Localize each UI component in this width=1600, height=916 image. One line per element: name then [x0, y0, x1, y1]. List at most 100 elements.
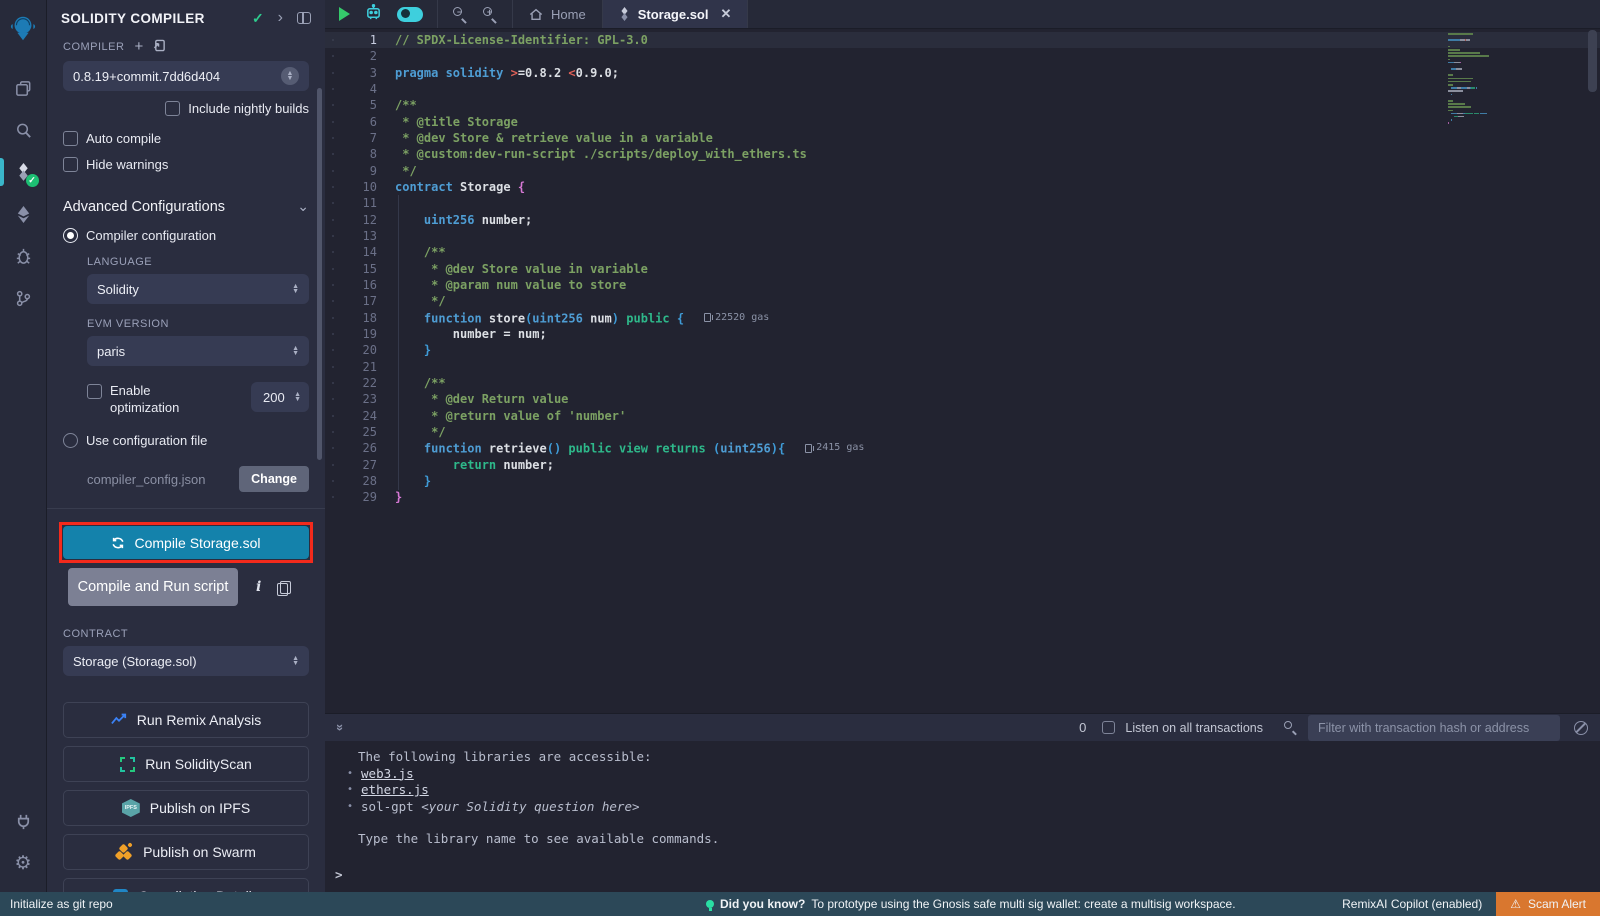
code-line[interactable]: 11	[325, 195, 1600, 211]
evm-version-select[interactable]: paris ▲▼	[87, 336, 309, 366]
file-explorer-icon[interactable]	[0, 67, 47, 109]
line-number: 18	[325, 310, 377, 326]
plugin-manager-icon[interactable]	[0, 800, 47, 842]
tab-storage-sol[interactable]: Storage.sol ✕	[603, 0, 749, 28]
ethers-link[interactable]: ethers.js	[361, 782, 429, 799]
code-line[interactable]: 17 */	[325, 293, 1600, 309]
code-line[interactable]: 26 function retrieve() public view retur…	[325, 440, 1600, 456]
use-config-file-radio[interactable]	[63, 433, 78, 448]
deploy-run-icon[interactable]	[0, 193, 47, 235]
compile-success-badge: ✓	[26, 174, 39, 187]
clear-console-icon[interactable]	[1574, 721, 1588, 735]
remix-logo-icon[interactable]	[0, 7, 47, 49]
debugger-icon[interactable]	[0, 235, 47, 277]
code-line[interactable]: 15 * @dev Store value in variable	[325, 261, 1600, 277]
code-line[interactable]: 21	[325, 359, 1600, 375]
code-line[interactable]: 20 }	[325, 342, 1600, 358]
pin-panel-icon[interactable]	[297, 12, 311, 24]
web3-link[interactable]: web3.js	[361, 766, 414, 783]
play-icon[interactable]	[339, 7, 350, 21]
tab-home[interactable]: Home	[513, 0, 603, 28]
minimap[interactable]	[1448, 33, 1540, 125]
collapse-terminal-icon[interactable]: »	[333, 724, 348, 731]
hide-warnings-checkbox[interactable]	[63, 157, 78, 172]
compile-button[interactable]: Compile Storage.sol	[63, 526, 309, 559]
run-remix-analysis-button[interactable]: Run Remix Analysis	[63, 702, 309, 738]
advanced-configurations-toggle[interactable]: Advanced Configurations ⌄	[63, 198, 309, 215]
code-line[interactable]: 6 * @title Storage	[325, 114, 1600, 130]
code-line[interactable]: 19 number = num;	[325, 326, 1600, 342]
run-solidityscan-button[interactable]: Run SolidityScan	[63, 746, 309, 782]
code-line[interactable]: 18 function store(uint256 num) public {2…	[325, 310, 1600, 326]
compiler-config-radio[interactable]	[63, 228, 78, 243]
code-line[interactable]: 25 */	[325, 424, 1600, 440]
info-icon[interactable]: i	[256, 579, 261, 595]
solidity-compiler-icon[interactable]: ✓	[0, 151, 47, 193]
compile-button-label: Compile Storage.sol	[134, 535, 260, 551]
settings-icon[interactable]: ⚙	[0, 842, 47, 884]
copy-icon[interactable]	[277, 581, 288, 594]
change-config-button[interactable]: Change	[239, 466, 309, 492]
code-line[interactable]: 5/**	[325, 97, 1600, 113]
compilation-details-button[interactable]: Compilation Details	[63, 878, 309, 892]
contract-select[interactable]: Storage (Storage.sol) ▲▼	[63, 646, 309, 676]
compiler-version-select[interactable]: 0.8.19+commit.7dd6d404 ▲▼	[63, 61, 309, 91]
code-line[interactable]: 28 }	[325, 473, 1600, 489]
code-text: }	[395, 473, 431, 489]
enable-optimization-checkbox[interactable]	[87, 384, 102, 399]
line-number: 26	[325, 440, 377, 456]
nightly-builds-checkbox[interactable]	[165, 101, 180, 116]
listen-transactions-checkbox[interactable]	[1102, 721, 1115, 734]
code-line[interactable]: 7 * @dev Store & retrieve value in a var…	[325, 130, 1600, 146]
code-line[interactable]: 29}	[325, 489, 1600, 505]
panel-scrollbar[interactable]	[317, 88, 322, 460]
language-label: LANGUAGE	[87, 256, 325, 268]
code-line[interactable]: 9 */	[325, 163, 1600, 179]
code-line[interactable]: 14 /**	[325, 244, 1600, 260]
close-tab-icon[interactable]: ✕	[720, 6, 731, 22]
publish-ipfs-button[interactable]: IPFS Publish on IPFS	[63, 790, 309, 826]
git-icon[interactable]	[0, 277, 47, 319]
terminal-prompt[interactable]: >	[335, 867, 343, 882]
terminal-controls: 0 Listen on all transactions	[1079, 715, 1600, 741]
code-line[interactable]: 12 uint256 number;	[325, 212, 1600, 228]
code-line[interactable]: 2	[325, 48, 1600, 64]
code-editor[interactable]: 1// SPDX-License-Identifier: GPL-3.023pr…	[325, 30, 1600, 713]
code-line[interactable]: 13	[325, 228, 1600, 244]
scam-alert-button[interactable]: ⚠ Scam Alert	[1496, 892, 1600, 916]
import-compiler-icon[interactable]	[153, 39, 166, 55]
ai-assistant-icon[interactable]	[364, 4, 383, 24]
copilot-toggle[interactable]	[397, 7, 423, 22]
search-icon[interactable]	[0, 109, 47, 151]
publish-swarm-button[interactable]: Publish on Swarm	[63, 834, 309, 870]
chevron-down-icon: ⌄	[297, 198, 309, 215]
terminal[interactable]: The following libraries are accessible: …	[325, 741, 1600, 892]
code-text: * @dev Store & retrieve value in a varia…	[395, 130, 713, 146]
code-line[interactable]: 24 * @return value of 'number'	[325, 408, 1600, 424]
code-line[interactable]: 10contract Storage {	[325, 179, 1600, 195]
code-line[interactable]: 23 * @dev Return value	[325, 391, 1600, 407]
language-select[interactable]: Solidity ▲▼	[87, 274, 309, 304]
editor-scrollbar[interactable]	[1588, 30, 1597, 92]
zoom-out-icon[interactable]: −	[452, 6, 468, 22]
chevron-right-icon[interactable]: ›	[278, 9, 283, 27]
code-line[interactable]: 8 * @custom:dev-run-script ./scripts/dep…	[325, 146, 1600, 162]
optimization-runs-input[interactable]: 200 ▲▼	[251, 382, 309, 412]
code-line[interactable]: 16 * @param num value to store	[325, 277, 1600, 293]
copilot-status[interactable]: RemixAI Copilot (enabled)	[1342, 897, 1482, 911]
code-line[interactable]: 27 return number;	[325, 457, 1600, 473]
minimap-line	[1448, 74, 1540, 76]
code-text: /**	[395, 375, 446, 391]
auto-compile-checkbox[interactable]	[63, 131, 78, 146]
runs-stepper-icon[interactable]: ▲▼	[294, 392, 301, 402]
code-line[interactable]: 22 /**	[325, 375, 1600, 391]
code-line[interactable]: 4	[325, 81, 1600, 97]
minimap-line	[1448, 84, 1540, 86]
git-init-button[interactable]: Initialize as git repo	[0, 897, 113, 911]
add-compiler-icon[interactable]: +	[134, 42, 143, 52]
code-line[interactable]: 3pragma solidity >=0.8.2 <0.9.0;	[325, 65, 1600, 81]
minimap-line	[1448, 116, 1540, 118]
zoom-in-icon[interactable]: +	[482, 6, 498, 22]
code-line[interactable]: 1// SPDX-License-Identifier: GPL-3.0	[325, 32, 1600, 48]
transaction-filter-input[interactable]	[1308, 715, 1560, 741]
